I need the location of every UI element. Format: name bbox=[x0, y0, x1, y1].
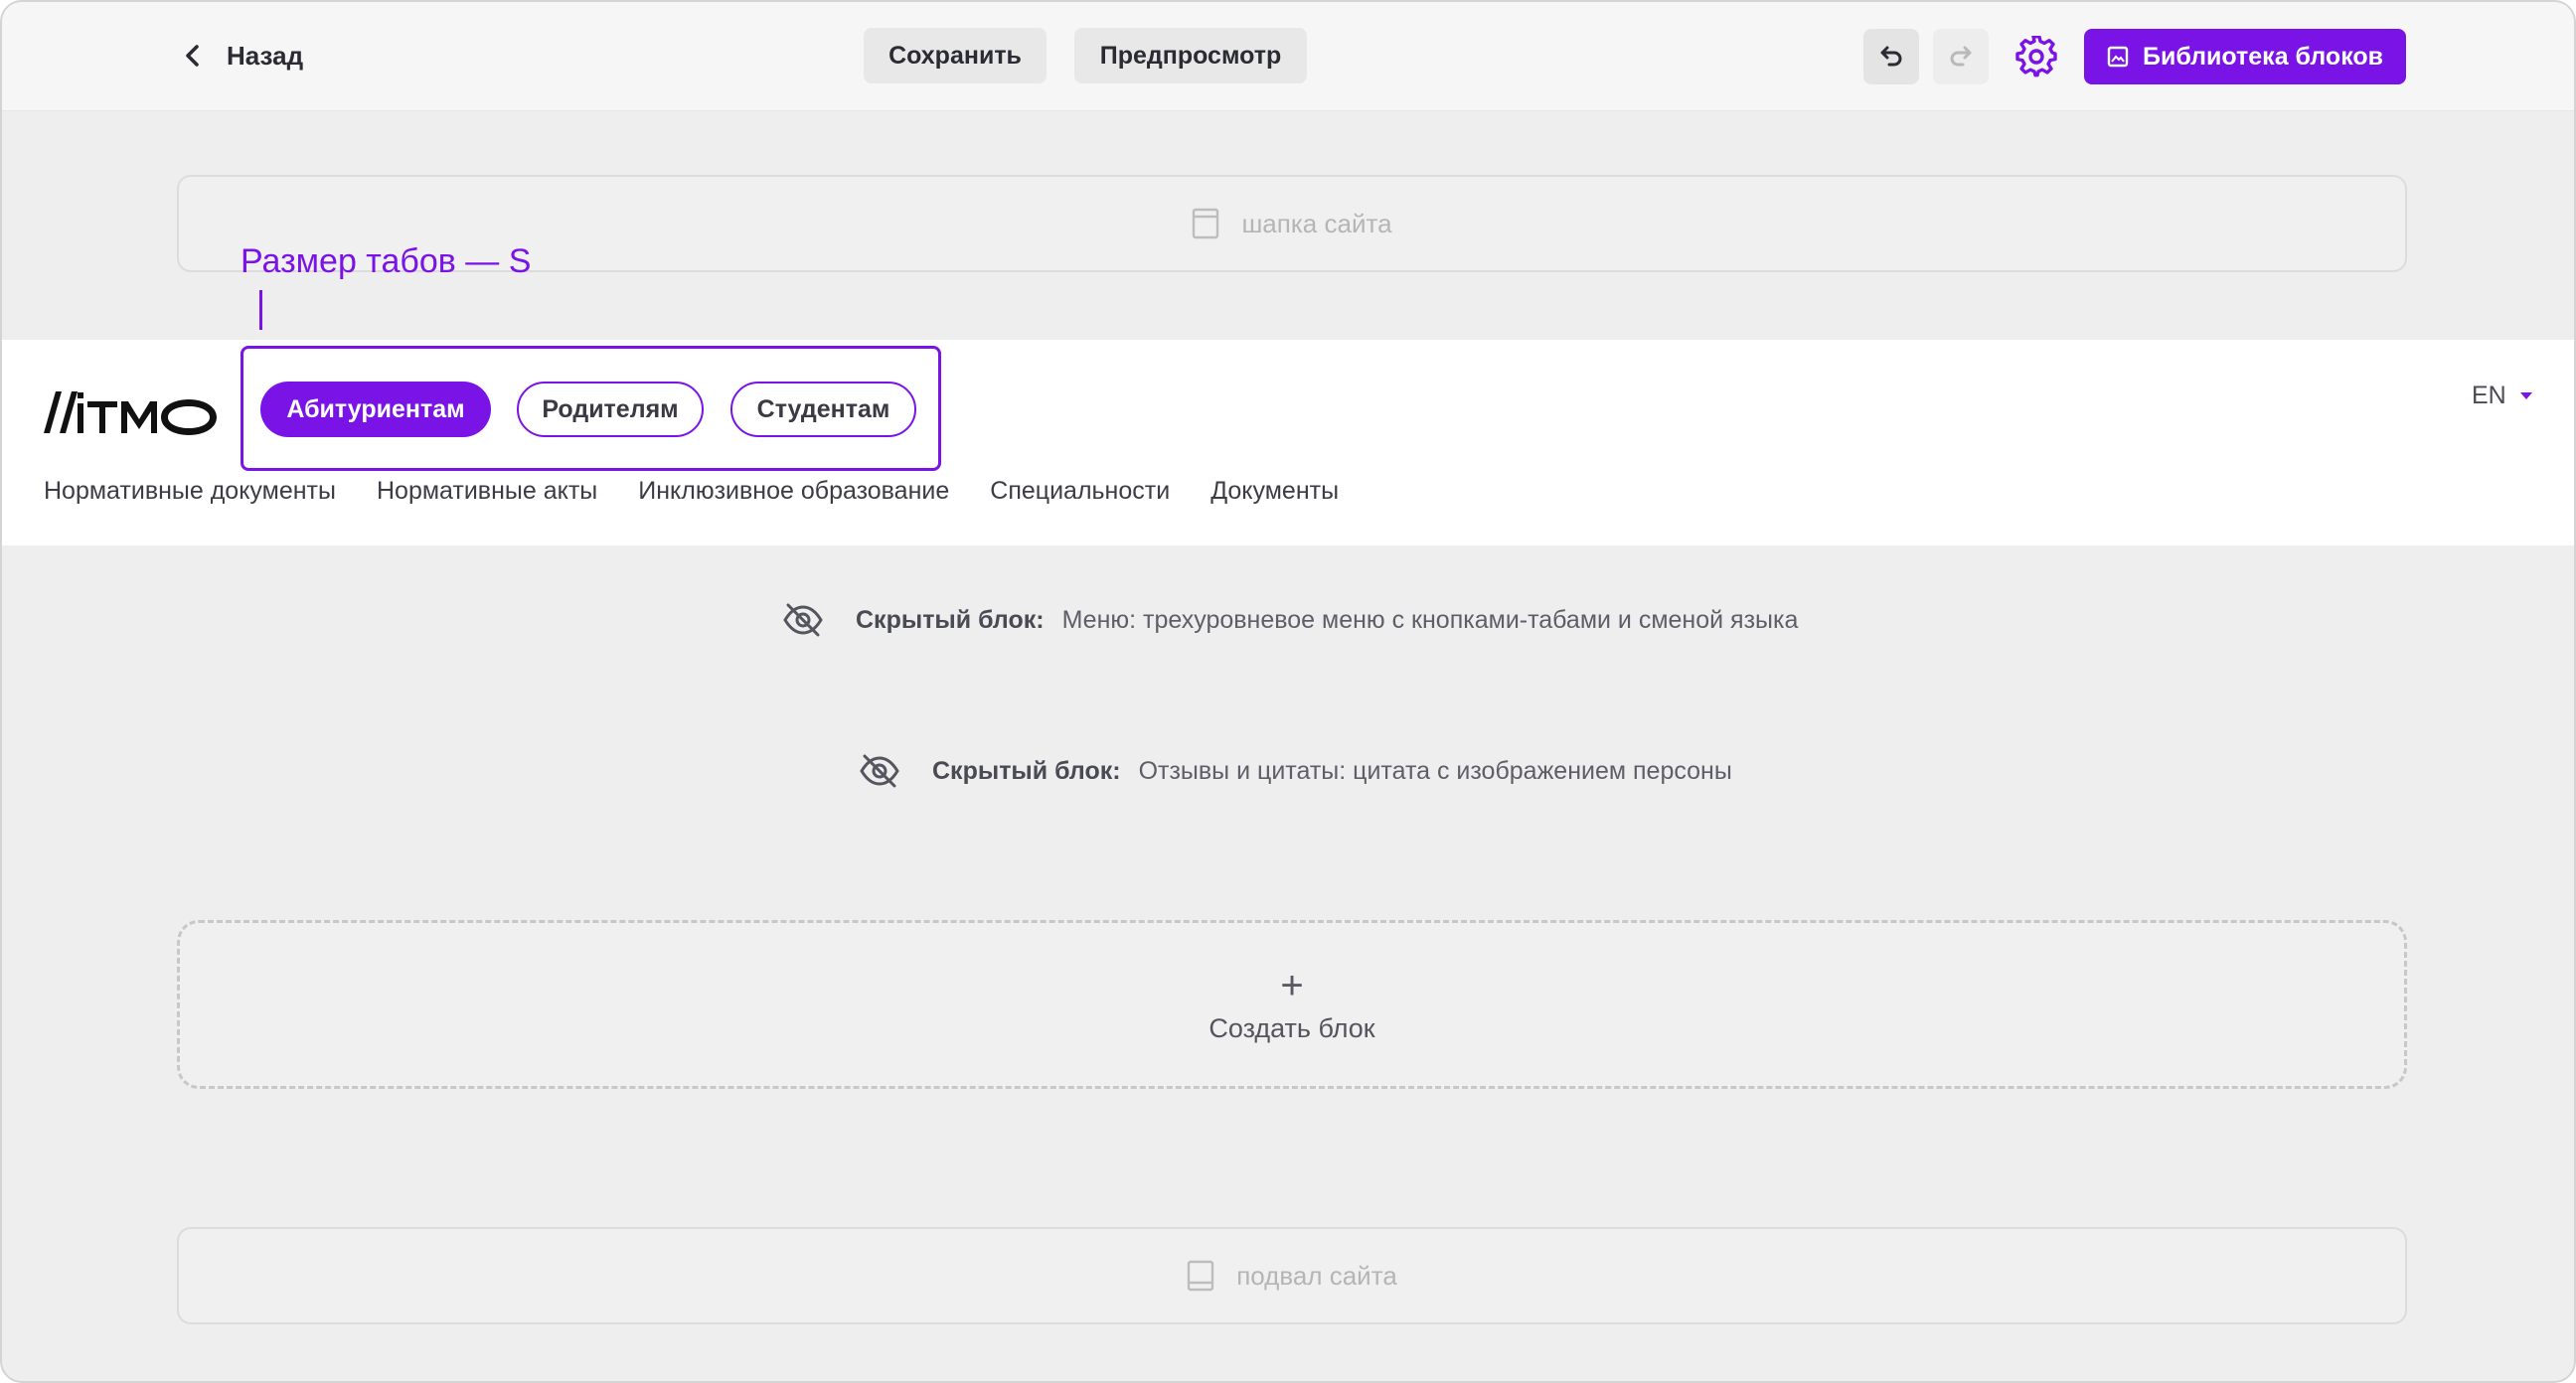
eye-off-icon bbox=[860, 754, 899, 788]
create-block-button[interactable]: + Создать блок bbox=[177, 920, 2407, 1089]
nav-item-regulatory-documents[interactable]: Нормативные документы bbox=[44, 477, 336, 506]
site-menu-block: Абитуриентам Родителям Студентам EN Норм… bbox=[2, 340, 2574, 545]
site-footer-placeholder[interactable]: подвал сайта bbox=[177, 1227, 2407, 1324]
tab-applicants[interactable]: Абитуриентам bbox=[260, 382, 491, 437]
save-button[interactable]: Сохранить bbox=[864, 28, 1046, 83]
hidden-block-description: Отзывы и цитаты: цитата с изображением п… bbox=[1138, 756, 1732, 785]
tab-parents[interactable]: Родителям bbox=[517, 382, 704, 437]
create-block-label: Создать блок bbox=[1208, 1012, 1375, 1043]
plus-icon: + bbox=[1280, 963, 1304, 1007]
site-nav: Нормативные документы Нормативные акты И… bbox=[44, 477, 1339, 506]
page-footer-icon bbox=[1188, 1260, 1214, 1292]
nav-item-documents[interactable]: Документы bbox=[1210, 477, 1339, 506]
top-toolbar: Назад Сохранить Предпросмотр Библиотека … bbox=[2, 2, 2574, 111]
gear-icon[interactable] bbox=[2015, 36, 2057, 77]
itmo-logo bbox=[44, 391, 217, 435]
site-header-label: шапка сайта bbox=[1241, 208, 1392, 238]
hidden-block-label: Скрытый блок: bbox=[856, 605, 1045, 634]
library-label: Библиотека блоков bbox=[2142, 42, 2384, 71]
chevron-left-icon bbox=[186, 45, 199, 67]
tab-students[interactable]: Студентам bbox=[730, 382, 916, 437]
page-header-icon bbox=[1193, 208, 1219, 239]
undo-icon bbox=[1880, 46, 1902, 67]
block-library-button[interactable]: Библиотека блоков bbox=[2084, 29, 2406, 84]
annotation-pointer bbox=[259, 290, 262, 330]
caret-down-icon bbox=[2519, 392, 2532, 399]
nav-item-inclusive-education[interactable]: Инклюзивное образование bbox=[638, 477, 949, 506]
redo-icon bbox=[1950, 46, 1972, 67]
nav-item-regulatory-acts[interactable]: Нормативные акты bbox=[377, 477, 597, 506]
back-label: Назад bbox=[227, 40, 304, 71]
editor-window: Назад Сохранить Предпросмотр Библиотека … bbox=[0, 0, 2576, 1383]
preview-button[interactable]: Предпросмотр bbox=[1074, 28, 1307, 83]
hidden-block-description: Меню: трехуровневое меню с кнопками-таба… bbox=[1061, 605, 1799, 634]
site-footer-label: подвал сайта bbox=[1236, 1260, 1397, 1291]
language-selector[interactable]: EN bbox=[2472, 382, 2532, 410]
eye-off-icon bbox=[783, 603, 823, 637]
tab-size-annotation: Размер табов — S bbox=[241, 242, 532, 280]
hidden-block-menu[interactable]: Скрытый блок: Меню: трехуровневое меню с… bbox=[782, 602, 1798, 638]
redo-button[interactable] bbox=[1933, 29, 1989, 84]
undo-button[interactable] bbox=[1863, 29, 1919, 84]
hidden-block-quotes[interactable]: Скрытый блок: Отзывы и цитаты: цитата с … bbox=[859, 753, 1732, 789]
back-button[interactable]: Назад bbox=[183, 36, 303, 76]
language-label: EN bbox=[2472, 382, 2506, 409]
nav-item-specialties[interactable]: Специальности bbox=[990, 477, 1170, 506]
hidden-block-label: Скрытый блок: bbox=[932, 756, 1121, 785]
library-icon bbox=[2107, 46, 2129, 68]
